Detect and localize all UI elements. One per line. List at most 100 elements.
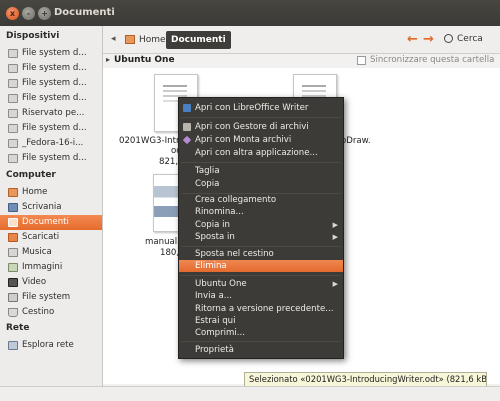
minimize-window-button[interactable]: - [22,7,35,20]
status-selection: Selezionato «0201WG3-IntroducingWriter.o… [244,372,487,387]
music-icon [8,248,18,257]
sidebar-item-label: Scaricati [22,232,60,242]
drive-icon [8,49,18,58]
breadcrumb-home[interactable]: Home [121,31,171,49]
forward-arrow-icon[interactable]: → [423,32,434,47]
close-window-button[interactable]: x [6,7,19,20]
sidebar-item-label: File system d... [22,123,87,133]
submenu-arrow-icon: ▶ [332,233,338,241]
sidebar-item-device-7[interactable]: _Fedora-16-i... [0,136,102,151]
expand-arrow-icon[interactable]: ▸ [106,55,110,64]
sidebar-item-label: File system d... [22,48,87,58]
desktop-icon [8,203,18,212]
breadcrumb-back-arrow-icon[interactable]: ◂ [111,34,116,44]
location-label: Ubuntu One [114,55,175,65]
title-bar: x - + Documenti [0,0,500,26]
menu-item-label: Elimina [195,261,227,271]
search-button[interactable]: Cerca [457,34,483,44]
submenu-arrow-icon: ▶ [332,221,338,229]
sidebar-item-desktop[interactable]: Scrivania [0,200,102,215]
sidebar-item-label: Documenti [22,217,69,227]
drive-icon [8,154,18,163]
menu-item-label: Invia a... [195,291,232,301]
sidebar-item-browse-network[interactable]: Esplora rete [0,338,102,353]
menu-item-label: Apri con Gestore di archivi [195,122,309,132]
sidebar-item-home[interactable]: Home [0,185,102,200]
sidebar-item-music[interactable]: Musica [0,245,102,260]
documents-folder-icon [8,218,18,227]
disc-icon [8,139,18,148]
menu-item-open-archive-manager[interactable]: Apri con Gestore di archivi [179,121,343,133]
menu-item-label: Apri con LibreOffice Writer [195,103,309,113]
menu-item-delete[interactable]: Elimina [179,260,343,272]
menu-item-open-libreoffice[interactable]: Apri con LibreOffice Writer [179,102,343,114]
maximize-window-button[interactable]: + [38,7,51,20]
drive-icon [8,64,18,73]
breadcrumb-documents[interactable]: Documenti [166,31,231,49]
menu-separator [181,162,341,163]
breadcrumb-home-label: Home [139,35,166,45]
sidebar-item-device-4[interactable]: File system d... [0,91,102,106]
menu-item-compress[interactable]: Comprimi... [179,327,343,339]
menu-item-label: Sposta nel cestino [195,249,274,259]
menu-separator [181,341,341,342]
sync-folder-label: Sincronizzare questa cartella [370,55,495,65]
menu-item-label: Comprimi... [195,328,245,338]
sidebar-item-downloads[interactable]: Scaricati [0,230,102,245]
menu-item-rename[interactable]: Rinomina... [179,206,343,218]
video-icon [8,278,18,287]
sidebar-item-device-3[interactable]: File system d... [0,76,102,91]
menu-item-ubuntu-one[interactable]: Ubuntu One ▶ [179,278,343,290]
menu-item-open-mount-archive[interactable]: Apri con Monta archivi [179,134,343,146]
menu-item-label: Apri con Monta archivi [195,135,292,145]
toolbar: ◂ Home Documenti ← → Cerca [103,26,500,54]
menu-separator [181,275,341,276]
menu-item-copy-to[interactable]: Copia in ▶ [179,219,343,231]
menu-item-label: Rinomina... [195,207,244,217]
menu-item-extract-here[interactable]: Estrai qui [179,315,343,327]
sidebar-item-label: File system [22,292,71,302]
menu-item-create-link[interactable]: Crea collegamento [179,194,343,206]
bottom-bar [0,386,500,401]
menu-item-send-to[interactable]: Invia a... [179,290,343,302]
sync-folder-checkbox[interactable] [357,56,366,65]
sidebar-item-label: File system d... [22,93,87,103]
search-icon[interactable] [444,34,453,43]
sidebar-item-device-2[interactable]: File system d... [0,61,102,76]
menu-item-properties[interactable]: Proprietà [179,344,343,356]
sidebar-item-trash[interactable]: Cestino [0,305,102,320]
sidebar-item-label: Immagini [22,262,63,272]
mount-archive-icon [182,135,192,145]
sidebar-item-label: Riservato pe... [22,108,85,118]
menu-item-cut[interactable]: Taglia [179,165,343,177]
menu-item-label: Copia in [195,220,230,230]
menu-item-label: Sposta in [195,232,235,242]
sidebar-item-filesystem[interactable]: File system [0,290,102,305]
menu-item-open-other-app[interactable]: Apri con altra applicazione... [179,147,343,159]
menu-item-label: Taglia [195,166,220,176]
menu-item-label: Proprietà [195,345,234,355]
sidebar-item-pictures[interactable]: Immagini [0,260,102,275]
downloads-icon [8,233,18,242]
sidebar-item-label: _Fedora-16-i... [22,138,84,148]
menu-item-move-to-trash[interactable]: Sposta nel cestino [179,248,343,260]
drive-icon [8,79,18,88]
sidebar-item-documents[interactable]: Documenti [0,215,102,230]
sidebar-item-device-8[interactable]: File system d... [0,151,102,166]
back-arrow-icon[interactable]: ← [407,32,418,47]
sidebar-item-device-5[interactable]: Riservato pe... [0,106,102,121]
sidebar-item-label: File system d... [22,63,87,73]
sidebar-item-device-1[interactable]: File system d... [0,46,102,61]
menu-item-copy[interactable]: Copia [179,178,343,190]
menu-item-move-to[interactable]: Sposta in ▶ [179,231,343,243]
file-label: oDraw. [341,136,371,146]
menu-item-revert-version[interactable]: Ritorna a versione precedente... [179,303,343,315]
sidebar-item-video[interactable]: Video [0,275,102,290]
menu-item-label: Ubuntu One [195,279,247,289]
libreoffice-writer-icon [183,104,191,112]
menu-item-label: Ritorna a versione precedente... [195,304,334,314]
document-lines [163,85,187,87]
sidebar-item-label: Cestino [22,307,55,317]
network-icon [8,341,18,350]
sidebar-item-device-6[interactable]: File system d... [0,121,102,136]
